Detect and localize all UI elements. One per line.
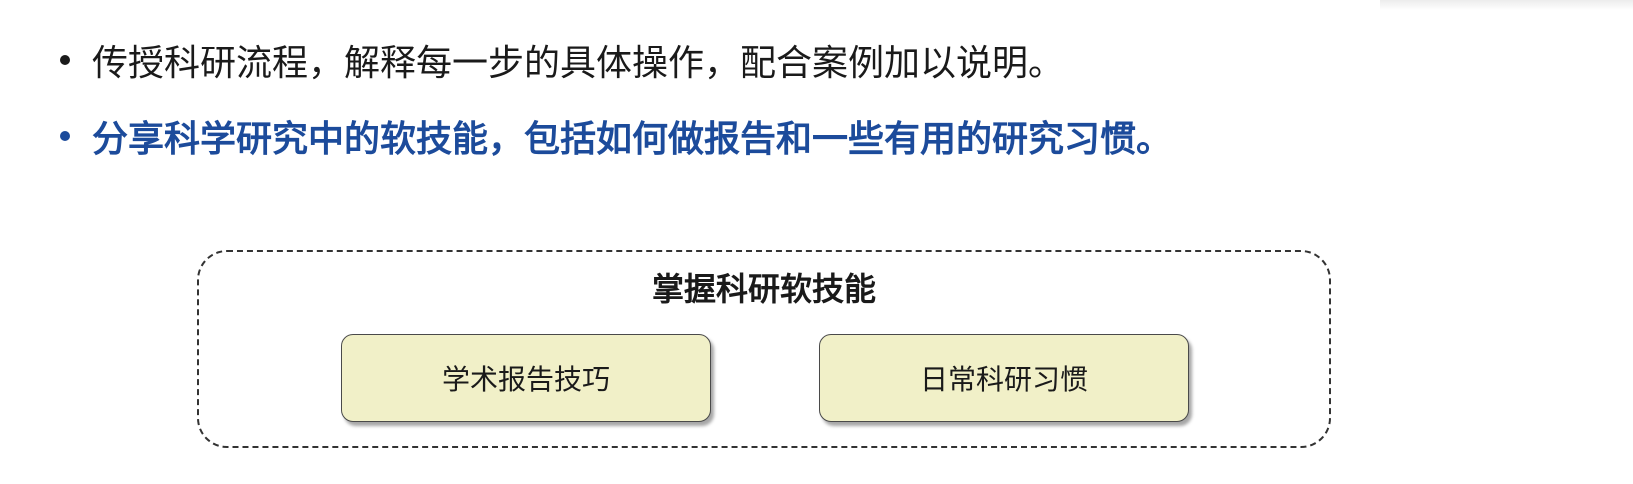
bullet-text: 分享科学研究中的软技能，包括如何做报告和一些有用的研究习惯。: [92, 119, 1173, 160]
bullet-item-soft-skills: 分享科学研究中的软技能，包括如何做报告和一些有用的研究习惯。: [60, 106, 1560, 166]
bullet-list: 传授科研流程，解释每一步的具体操作，配合案例加以说明。 分享科学研究中的软技能，…: [60, 30, 1560, 166]
skill-box-habits: 日常科研习惯: [819, 334, 1189, 422]
top-shade: [1380, 0, 1633, 10]
bullet-dot-icon: [60, 55, 70, 65]
bullet-text: 传授科研流程，解释每一步的具体操作，配合案例加以说明。: [92, 43, 1065, 84]
skill-box-label: 学术报告技巧: [441, 363, 610, 396]
bullet-dot-icon: [60, 131, 70, 141]
skill-box-label: 日常科研习惯: [919, 363, 1088, 396]
skill-box-presentation: 学术报告技巧: [341, 334, 711, 422]
bullet-item-process: 传授科研流程，解释每一步的具体操作，配合案例加以说明。: [60, 30, 1560, 90]
diagram-title: 掌握科研软技能: [651, 270, 876, 308]
soft-skills-diagram: 掌握科研软技能 学术报告技巧 日常科研习惯: [197, 250, 1331, 448]
